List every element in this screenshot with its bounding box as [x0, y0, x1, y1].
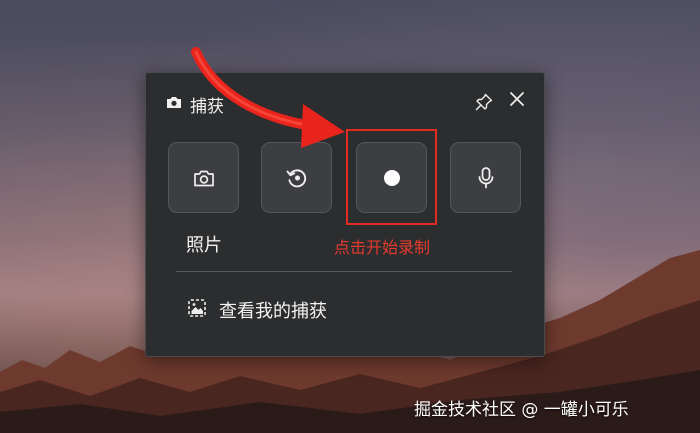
camera-icon [193, 170, 214, 186]
view-captures-label: 查看我的捕获 [219, 301, 327, 322]
gallery-icon [188, 299, 206, 317]
pin-icon[interactable] [474, 92, 494, 112]
photo-button[interactable] [168, 142, 239, 213]
record-hint-annotation: 点击开始录制 [334, 238, 431, 257]
photo-label: 照片 [186, 235, 222, 256]
rewind-icon [286, 168, 306, 187]
capture-panel: 捕获 照片 点击开始录制 查看我的捕获 [145, 72, 545, 357]
rewind-button[interactable] [261, 142, 332, 213]
title-bar: 捕获 [146, 73, 544, 129]
watermark-text: 掘金技术社区 @ 一罐小可乐 [414, 400, 629, 420]
record-highlight-box [346, 129, 437, 225]
microphone-icon [478, 166, 493, 188]
divider [176, 271, 512, 272]
microphone-button[interactable] [450, 142, 521, 213]
close-icon[interactable] [508, 90, 526, 108]
panel-title: 捕获 [190, 97, 224, 117]
camera-icon [167, 97, 181, 108]
